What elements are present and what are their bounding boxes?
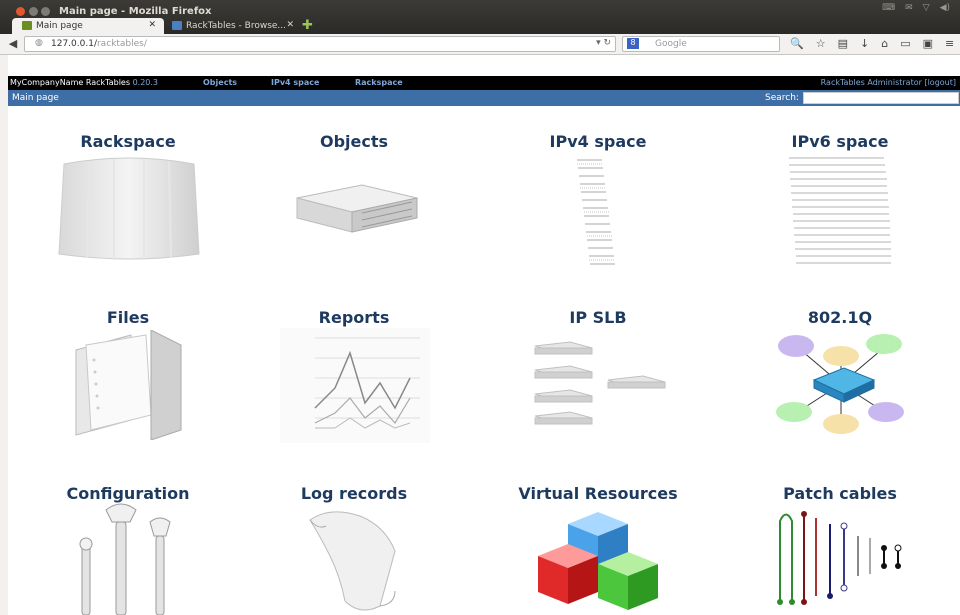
- network-icon[interactable]: ▽: [923, 3, 930, 13]
- server-icon[interactable]: [292, 180, 422, 240]
- user-name[interactable]: RackTables Administrator: [821, 78, 922, 87]
- tile-ipv4-space[interactable]: IPv4 space: [508, 132, 688, 151]
- breadcrumb[interactable]: Main page: [12, 93, 59, 103]
- tile-reports[interactable]: Reports: [264, 308, 444, 327]
- tile-label[interactable]: Virtual Resources: [508, 484, 688, 503]
- tab-label: Main page: [36, 21, 83, 31]
- window-minimize-button[interactable]: [29, 7, 38, 16]
- tile-802-1q[interactable]: 802.1Q: [750, 308, 930, 327]
- favicon-icon: [172, 21, 182, 30]
- reload-icon[interactable]: ▾ ↻: [596, 38, 611, 48]
- tile-objects[interactable]: Objects: [264, 132, 444, 151]
- tile-label[interactable]: Reports: [264, 308, 444, 327]
- app-brand[interactable]: MyCompanyName RackTables 0.20.3: [10, 78, 158, 87]
- tile-label[interactable]: Files: [38, 308, 218, 327]
- favicon-icon: [22, 21, 32, 30]
- window-title: Main page - Mozilla Firefox: [59, 6, 212, 17]
- url-bar[interactable]: ◍ 127.0.0.1/racktables/ ▾ ↻: [24, 36, 616, 52]
- tile-label[interactable]: IPv6 space: [750, 132, 930, 151]
- tile-label[interactable]: Log records: [264, 484, 444, 503]
- back-button[interactable]: ◀: [5, 37, 21, 51]
- tile-label[interactable]: IP SLB: [508, 308, 688, 327]
- tile-files[interactable]: Files: [38, 308, 218, 327]
- tab-racktables-browse[interactable]: RackTables - Browse... ✕: [162, 18, 302, 34]
- addon-icon[interactable]: ▣: [923, 37, 933, 50]
- nav-link-rackspace[interactable]: Rackspace: [355, 78, 403, 87]
- tile-label[interactable]: Configuration: [38, 484, 218, 503]
- keyboard-icon[interactable]: ⌨: [882, 3, 895, 13]
- globe-icon: ◍: [35, 38, 43, 48]
- breadcrumb-bar: Main page Search:: [8, 90, 960, 106]
- cables-icon[interactable]: [772, 506, 912, 610]
- nav-link-objects[interactable]: Objects: [203, 78, 237, 87]
- tile-label[interactable]: 802.1Q: [750, 308, 930, 327]
- menu-icon[interactable]: ≡: [945, 37, 954, 50]
- tile-label[interactable]: Patch cables: [750, 484, 930, 503]
- tile-log-records[interactable]: Log records: [264, 484, 444, 503]
- tile-ip-slb[interactable]: IP SLB: [508, 308, 688, 327]
- wrench-icon[interactable]: [70, 502, 180, 615]
- system-tray: ⌨ ✉ ▽ ◀): [882, 3, 950, 13]
- tile-rackspace[interactable]: Rackspace: [38, 132, 218, 151]
- battery-icon[interactable]: ▭: [900, 37, 910, 50]
- bookmark-star-icon[interactable]: ☆: [816, 37, 826, 50]
- scroll-icon[interactable]: [300, 506, 410, 615]
- mail-icon[interactable]: ✉: [905, 3, 913, 13]
- volume-icon[interactable]: ◀): [940, 3, 950, 13]
- tile-configuration[interactable]: Configuration: [38, 484, 218, 503]
- tile-label[interactable]: Rackspace: [38, 132, 218, 151]
- window-titlebar: Main page - Mozilla Firefox ⌨ ✉ ▽ ◀) Mai…: [0, 0, 960, 34]
- window-maximize-button[interactable]: [41, 7, 50, 16]
- url-path: racktables/: [96, 39, 147, 49]
- nav-link-ipv4-space[interactable]: IPv4 space: [271, 78, 319, 87]
- new-tab-button[interactable]: ✚: [302, 18, 313, 33]
- user-info: RackTables Administrator [logout]: [820, 78, 956, 87]
- logout-link[interactable]: logout: [928, 78, 953, 87]
- home-icon[interactable]: ⌂: [881, 37, 888, 50]
- tile-patch-cables[interactable]: Patch cables: [750, 484, 930, 503]
- ipv6-list-icon[interactable]: [784, 154, 894, 268]
- browser-toolbar: 🔍 ☆ ▤ ↓ ⌂ ▭ ▣ ≡: [790, 37, 954, 50]
- load-balancer-icon[interactable]: [530, 338, 670, 434]
- tab-label: RackTables - Browse...: [186, 21, 287, 31]
- rackspace-icon[interactable]: [54, 154, 204, 264]
- search-label: Search:: [765, 93, 799, 103]
- download-icon[interactable]: ↓: [860, 37, 869, 50]
- tile-virtual-resources[interactable]: Virtual Resources: [508, 484, 688, 503]
- tab-close-icon[interactable]: ✕: [286, 20, 294, 30]
- navigation-bar: ◀ ◍ 127.0.0.1/racktables/ ▾ ↻ 8 Google 🔍…: [0, 34, 960, 55]
- tile-ipv6-space[interactable]: IPv6 space: [750, 132, 930, 151]
- tab-close-icon[interactable]: ✕: [148, 20, 156, 30]
- folder-icon[interactable]: [56, 330, 186, 440]
- tab-main-page[interactable]: Main page ✕: [12, 18, 164, 34]
- vlan-switch-icon[interactable]: [776, 328, 906, 440]
- chart-icon[interactable]: [280, 328, 430, 443]
- app-header: MyCompanyName RackTables 0.20.3 Objects …: [8, 76, 960, 90]
- search-placeholder: Google: [655, 39, 687, 49]
- web-search-box[interactable]: 8 Google: [622, 36, 780, 52]
- cubes-icon[interactable]: [528, 506, 668, 615]
- google-icon[interactable]: 8: [627, 38, 639, 49]
- window-border: [0, 55, 8, 615]
- bookmarks-icon[interactable]: ▤: [838, 37, 848, 50]
- tile-label[interactable]: IPv4 space: [508, 132, 688, 151]
- search-input[interactable]: [803, 92, 959, 104]
- tile-label[interactable]: Objects: [264, 132, 444, 151]
- url-host: 127.0.0.1/: [51, 39, 97, 49]
- ipv4-list-icon[interactable]: [572, 156, 622, 268]
- search-icon[interactable]: 🔍: [790, 37, 804, 50]
- window-close-button[interactable]: [16, 7, 25, 16]
